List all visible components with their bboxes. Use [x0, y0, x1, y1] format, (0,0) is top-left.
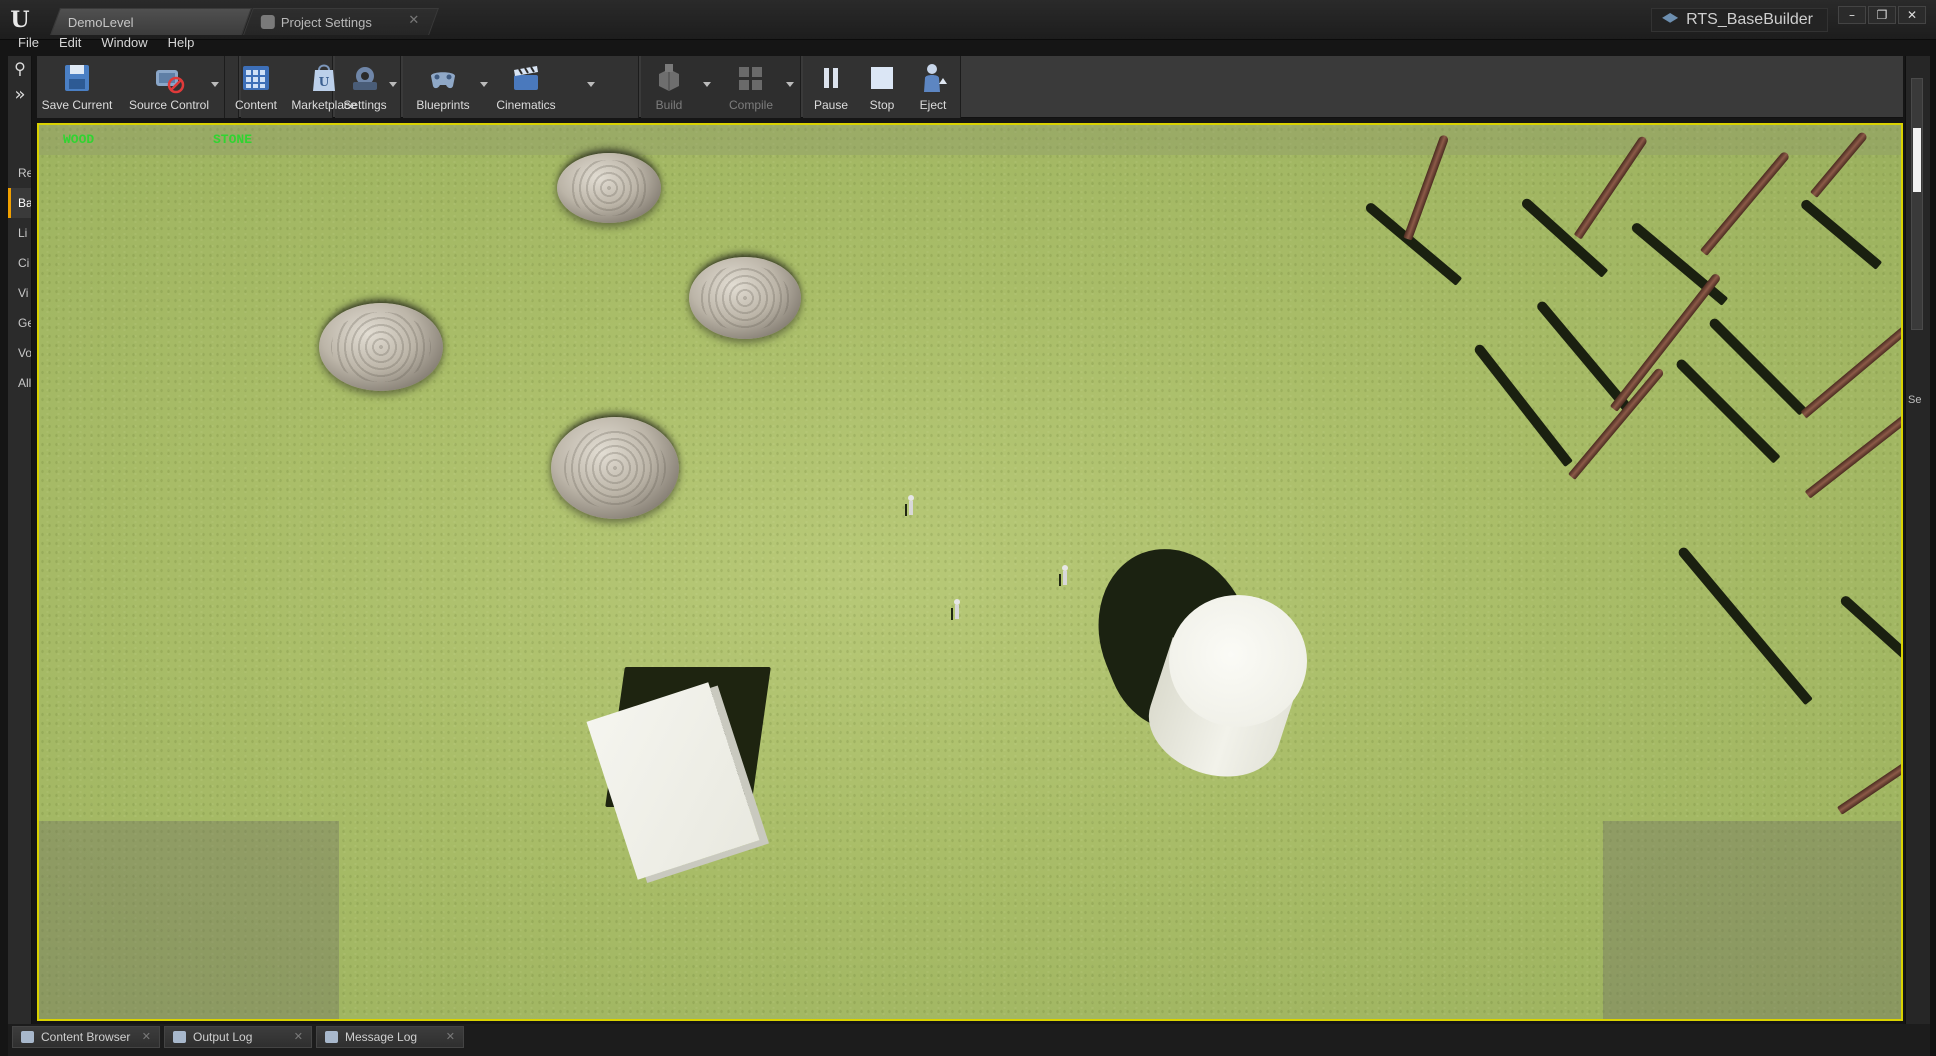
source-control-icon — [156, 70, 185, 94]
place-tab-recent[interactable]: Re — [8, 158, 31, 188]
graduation-cap-icon — [1662, 13, 1679, 23]
place-tab-volumes[interactable]: Vo — [8, 338, 31, 368]
scrollbar-thumb[interactable] — [1913, 128, 1921, 192]
source-control-button[interactable]: Source Control — [121, 58, 217, 116]
cinematics-dropdown-icon[interactable] — [587, 82, 595, 87]
cinematics-button[interactable]: Cinematics — [489, 58, 563, 116]
place-tab-geometry[interactable]: Ge — [8, 308, 31, 338]
source-control-dropdown-icon[interactable] — [211, 82, 219, 87]
modes-panel: ⚲ » Re Ba Li Ci Vi Ge Vo All — [8, 56, 32, 1024]
minimize-button[interactable]: – — [1838, 6, 1866, 24]
level-viewport[interactable]: WOOD STONE — [37, 123, 1903, 1021]
worker-unit[interactable] — [907, 495, 915, 517]
project-name-badge: RTS_BaseBuilder — [1651, 8, 1828, 32]
settings-icon — [260, 15, 275, 29]
unreal-logo-icon: U — [10, 7, 30, 33]
bottom-tab-bar: Content Browser ✕ Output Log ✕ Message L… — [8, 1024, 1930, 1056]
wood-counter: WOOD — [63, 132, 100, 147]
save-current-button[interactable]: Save Current — [39, 58, 115, 116]
pause-button[interactable]: Pause — [807, 58, 855, 116]
tab-label: Project Settings — [280, 14, 372, 30]
build-dropdown-icon[interactable] — [703, 82, 711, 87]
stone-resource[interactable] — [551, 417, 679, 519]
close-tab-icon[interactable]: ✕ — [446, 1027, 455, 1047]
stone-resource[interactable] — [689, 257, 801, 339]
hud-panel-right — [1603, 821, 1901, 1019]
compile-dropdown-icon[interactable] — [786, 82, 794, 87]
pause-icon — [824, 68, 838, 88]
hud-panel-left — [39, 821, 339, 1019]
tab-label: DemoLevel — [67, 14, 134, 30]
stone-counter: STONE — [213, 132, 258, 147]
output-log-icon — [173, 1031, 186, 1043]
tab-label: Content Browser — [41, 1030, 131, 1044]
stop-icon — [871, 67, 893, 89]
settings-button[interactable]: Settings — [337, 58, 393, 116]
tab-project-settings[interactable]: Project Settings ✕ — [243, 8, 439, 35]
message-log-icon — [325, 1031, 338, 1043]
tab-label: Output Log — [193, 1030, 253, 1044]
eject-icon — [924, 64, 947, 92]
floppy-disk-icon — [65, 65, 89, 91]
worker-unit[interactable] — [953, 599, 961, 621]
worker-unit[interactable] — [1061, 565, 1069, 587]
tab-label: Message Log — [345, 1030, 418, 1044]
tab-message-log[interactable]: Message Log ✕ — [316, 1026, 464, 1048]
content-button[interactable]: Content — [225, 58, 287, 116]
tab-demolevel[interactable]: DemoLevel — [50, 8, 252, 35]
menu-file[interactable]: File — [10, 33, 47, 55]
place-tab-lights[interactable]: Li — [8, 218, 31, 248]
menu-bar: File Edit Window Help — [10, 33, 206, 55]
place-tab-visual[interactable]: Vi — [8, 278, 31, 308]
svg-text:U: U — [319, 75, 330, 89]
content-grid-icon — [243, 66, 269, 90]
close-tab-icon[interactable]: ✕ — [408, 13, 419, 28]
wood-label: WOOD — [63, 132, 95, 147]
clapperboard-icon — [514, 66, 538, 90]
stone-label: STONE — [213, 132, 253, 147]
build-icon — [659, 64, 679, 91]
place-tab-basic[interactable]: Ba — [8, 188, 31, 218]
project-name: RTS_BaseBuilder — [1686, 11, 1813, 28]
place-tab-all[interactable]: All — [8, 368, 31, 398]
settings-dropdown-icon[interactable] — [389, 82, 397, 87]
content-browser-icon — [21, 1031, 34, 1043]
blueprints-dropdown-icon[interactable] — [480, 82, 488, 87]
marketplace-icon: U — [313, 64, 335, 91]
close-button[interactable]: ✕ — [1898, 6, 1926, 24]
blueprint-controller-icon — [431, 72, 455, 89]
expand-chevron-icon[interactable]: » — [8, 82, 32, 108]
menu-window[interactable]: Window — [93, 33, 155, 55]
gears-icon — [353, 67, 377, 90]
stop-button[interactable]: Stop — [859, 58, 905, 116]
menu-help[interactable]: Help — [160, 33, 203, 55]
menu-edit[interactable]: Edit — [51, 33, 89, 55]
restore-button[interactable]: ❐ — [1868, 6, 1896, 24]
tab-output-log[interactable]: Output Log ✕ — [164, 1026, 312, 1048]
scrollbar-track[interactable] — [1911, 78, 1923, 330]
close-tab-icon[interactable]: ✕ — [142, 1027, 151, 1047]
compile-icon — [739, 67, 762, 90]
title-bar: U DemoLevel Project Settings ✕ RTS_BaseB… — [0, 0, 1936, 40]
blueprints-button[interactable]: Blueprints — [405, 58, 481, 116]
stone-resource[interactable] — [557, 153, 661, 223]
compile-button[interactable]: Compile — [711, 58, 791, 116]
stone-resource[interactable] — [319, 303, 443, 391]
modes-icon[interactable]: ⚲ — [8, 56, 32, 82]
hud-resource-bar: WOOD STONE — [39, 125, 1901, 155]
cylinder-building[interactable] — [1169, 595, 1307, 727]
place-tab-cinematic[interactable]: Ci — [8, 248, 31, 278]
editor-window: U DemoLevel Project Settings ✕ RTS_BaseB… — [0, 0, 1936, 1056]
build-button[interactable]: Build — [641, 58, 697, 116]
close-tab-icon[interactable]: ✕ — [294, 1027, 303, 1047]
toolbar: Save Current Source Control Content U Ma… — [37, 56, 1903, 118]
tab-content-browser[interactable]: Content Browser ✕ — [12, 1026, 160, 1048]
right-panel-tab[interactable]: Se — [1908, 394, 1921, 406]
eject-button[interactable]: Eject — [909, 58, 957, 116]
